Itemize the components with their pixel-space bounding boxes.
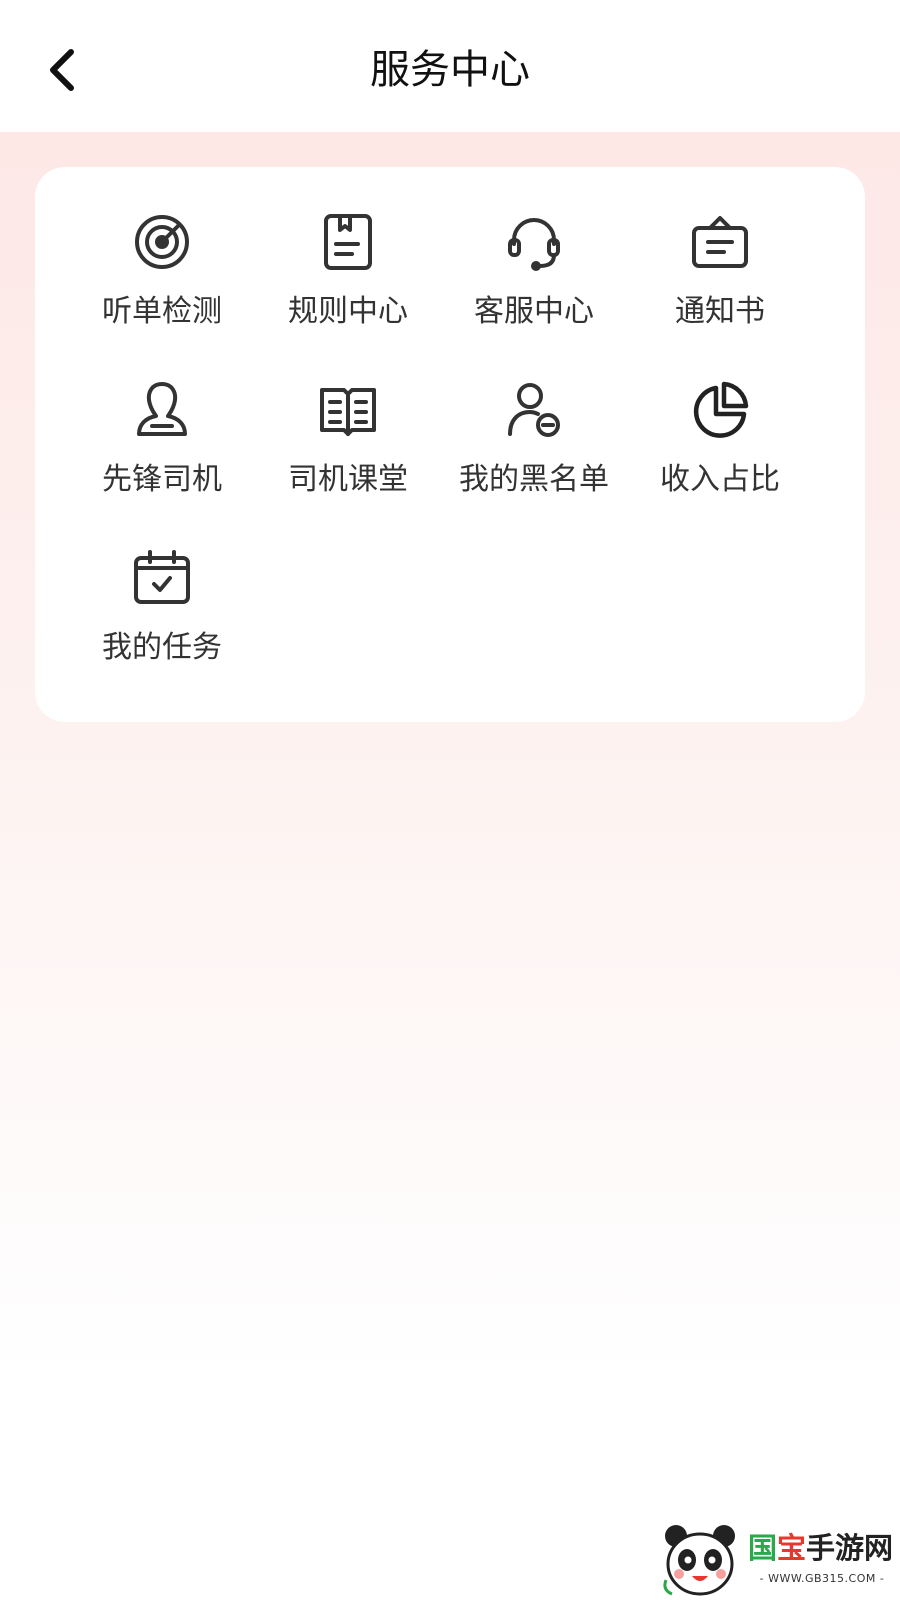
service-label: 听单检测 <box>102 294 222 329</box>
headset-icon <box>504 212 564 272</box>
service-label: 我的任务 <box>102 630 222 665</box>
service-item-income-share[interactable]: 收入占比 <box>625 380 815 520</box>
header-bar: 服务中心 <box>0 0 900 132</box>
service-label: 先锋司机 <box>102 462 222 497</box>
watermark-url: - WWW.GB315.COM - <box>759 1572 885 1585</box>
pie-chart-icon <box>690 380 750 440</box>
user-blocked-icon <box>504 380 564 440</box>
service-label: 收入占比 <box>660 462 780 497</box>
rulebook-icon <box>318 212 378 272</box>
calendar-check-icon <box>132 548 192 608</box>
panda-mascot-icon <box>663 1525 735 1596</box>
service-label: 我的黑名单 <box>459 462 609 497</box>
service-item-notice[interactable]: 通知书 <box>625 212 815 352</box>
user-icon <box>132 380 192 440</box>
service-label: 通知书 <box>675 294 765 329</box>
service-item-rule-center[interactable]: 规则中心 <box>253 212 443 352</box>
service-item-customer-service[interactable]: 客服中心 <box>439 212 629 352</box>
notice-board-icon <box>690 212 750 272</box>
service-label: 客服中心 <box>474 294 594 329</box>
open-book-icon <box>318 380 378 440</box>
watermark-brand: 国宝手游网 <box>748 1531 894 1565</box>
service-item-driver-class[interactable]: 司机课堂 <box>253 380 443 520</box>
service-label: 司机课堂 <box>288 462 408 497</box>
page-title: 服务中心 <box>370 47 530 93</box>
service-item-my-tasks[interactable]: 我的任务 <box>67 548 257 688</box>
service-item-pioneer-driver[interactable]: 先锋司机 <box>67 380 257 520</box>
service-grid-card: 听单检测 规则中心 客服中心 通知书 先锋司机 司机课堂 我的黑名单 收入占比 … <box>35 167 865 722</box>
radar-icon <box>132 212 192 272</box>
service-item-order-detection[interactable]: 听单检测 <box>67 212 257 352</box>
service-label: 规则中心 <box>288 294 408 329</box>
service-item-blacklist[interactable]: 我的黑名单 <box>439 380 629 520</box>
watermark-logo: 国宝手游网 - WWW.GB315.COM - <box>648 1506 900 1600</box>
